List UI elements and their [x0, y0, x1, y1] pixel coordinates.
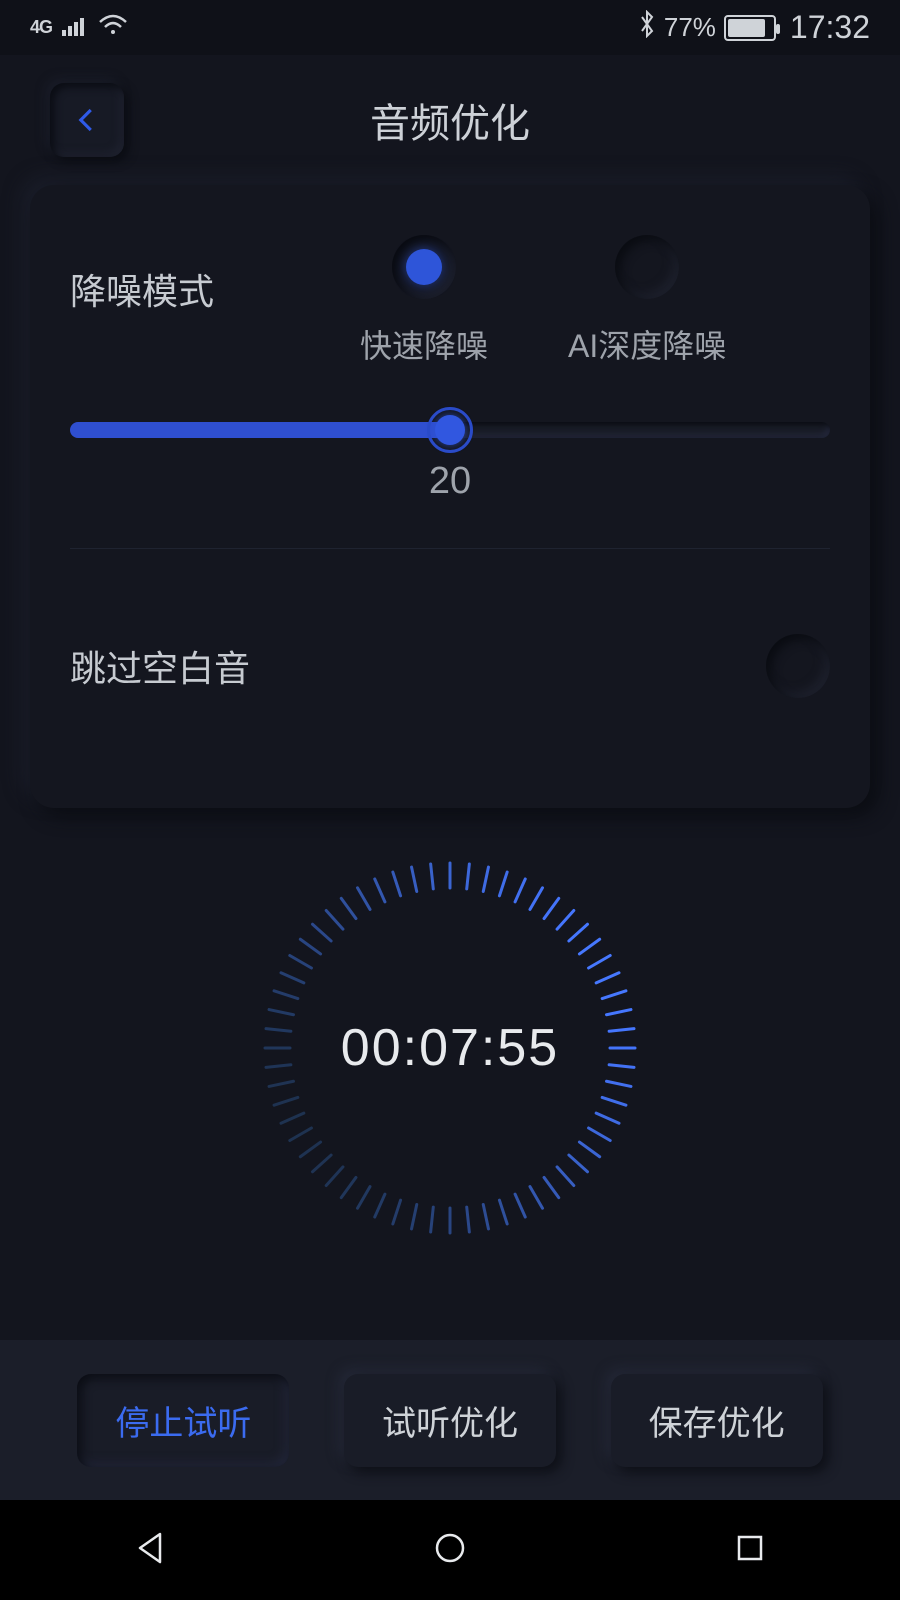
save-optimize-button[interactable]: 保存优化: [611, 1374, 823, 1467]
battery-icon: [724, 15, 776, 41]
wifi-icon: [98, 12, 128, 43]
system-nav-bar: [0, 1500, 900, 1600]
timer-dial: 00:07:55: [250, 848, 650, 1248]
denoise-mode-row: 降噪模式 快速降噪 AI深度降噪: [70, 235, 830, 367]
bluetooth-icon: [638, 10, 656, 45]
action-bar: 停止试听 试听优化 保存优化: [0, 1340, 900, 1500]
network-indicator: 4G: [30, 17, 52, 38]
nav-back-icon[interactable]: [130, 1528, 170, 1573]
timer-dial-wrap: 00:07:55: [0, 848, 900, 1248]
radio-fast-denoise[interactable]: 快速降噪: [360, 235, 488, 367]
status-bar: 4G 77% 17:32: [0, 0, 900, 55]
skip-silence-row: 跳过空白音: [70, 594, 830, 738]
skip-silence-label: 跳过空白音: [70, 640, 250, 692]
dial-ticks-icon: [250, 848, 650, 1248]
nav-home-icon[interactable]: [430, 1528, 470, 1573]
nav-recent-icon[interactable]: [730, 1528, 770, 1573]
stop-preview-button[interactable]: 停止试听: [77, 1374, 289, 1467]
divider: [70, 548, 830, 549]
signal-icon: [62, 12, 88, 43]
slider-fill: [70, 422, 450, 438]
denoise-slider[interactable]: 20: [70, 422, 830, 503]
battery-percent: 77%: [664, 12, 716, 43]
settings-card: 降噪模式 快速降噪 AI深度降噪 20 跳过空白音: [30, 185, 870, 808]
radio-ai-label: AI深度降噪: [568, 321, 726, 367]
radio-fast-label: 快速降噪: [360, 321, 488, 367]
page-title: 音频优化: [0, 91, 900, 149]
denoise-mode-label: 降噪模式: [70, 235, 360, 315]
slider-thumb[interactable]: [435, 415, 465, 445]
skip-silence-toggle[interactable]: [766, 634, 830, 698]
header: 音频优化: [0, 55, 900, 185]
preview-optimize-button[interactable]: 试听优化: [344, 1374, 556, 1467]
clock-text: 17:32: [790, 9, 870, 46]
radio-ai-denoise[interactable]: AI深度降噪: [568, 235, 726, 367]
slider-value: 20: [70, 460, 830, 503]
